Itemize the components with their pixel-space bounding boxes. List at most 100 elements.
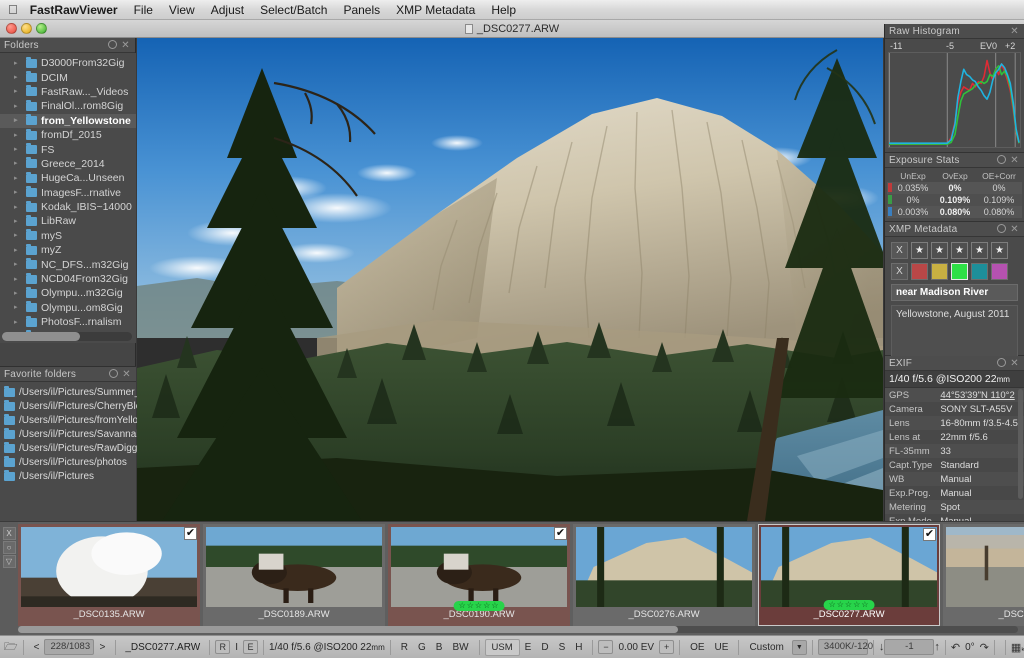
favorite-folder-item[interactable]: /Users/il/Pictures/photos — [0, 455, 136, 469]
folder-tree-item[interactable]: ▸DCIM — [0, 70, 136, 84]
under-exposure-button[interactable]: UE — [710, 641, 734, 654]
thumbnail-image[interactable] — [21, 527, 197, 607]
app-name-menu[interactable]: FastRawViewer — [30, 3, 118, 17]
thumbnail-image[interactable] — [946, 527, 1024, 607]
exposure-stats-close-icon[interactable]: ✕ — [1009, 155, 1020, 166]
folders-horizontal-scrollbar[interactable] — [2, 332, 132, 341]
disclosure-triangle-icon[interactable]: ▸ — [14, 88, 24, 95]
folder-tree-item[interactable]: ▸fromDf_2015 — [0, 128, 136, 142]
usm-button[interactable]: USM — [485, 639, 520, 656]
disclosure-triangle-icon[interactable]: ▸ — [14, 304, 24, 311]
over-exposure-button[interactable]: OE — [685, 641, 709, 654]
white-balance-value[interactable]: 3400K/-120 — [818, 639, 868, 655]
favorite-folder-item[interactable]: /Users/il/Pictures/CherryBlosso — [0, 399, 136, 413]
favorites-settings-icon[interactable] — [108, 369, 119, 380]
exif-settings-icon[interactable] — [996, 358, 1007, 369]
image-viewer[interactable] — [137, 38, 883, 521]
shadow-increase-icon[interactable]: ↑ — [934, 641, 940, 653]
folder-tree-item[interactable]: ▸Olympu...m32Gig — [0, 286, 136, 300]
filmstrip-clear-icon[interactable]: X — [3, 527, 16, 540]
channel-r-button[interactable]: R — [396, 641, 413, 654]
folders-close-icon[interactable]: ✕ — [120, 40, 131, 51]
xmp-settings-icon[interactable] — [996, 224, 1007, 235]
exif-value[interactable]: 44°53'39"N 110°2 — [936, 388, 1024, 402]
disclosure-triangle-icon[interactable]: ▸ — [14, 204, 24, 211]
folder-tree-item[interactable]: ▸FS — [0, 142, 136, 156]
rating-star-1-button[interactable]: ★ — [911, 242, 928, 259]
disclosure-triangle-icon[interactable]: ▸ — [14, 132, 24, 139]
filmstrip-track[interactable]: ✔_DSC0135.ARW_DSC0189.ARW✔☆☆☆☆☆_DSC0190.… — [18, 524, 1024, 627]
channel-g-button[interactable]: G — [413, 641, 431, 654]
color-label-swatch-3[interactable] — [951, 263, 968, 280]
folders-tree-body[interactable]: ▸D3000From32Gig▸DCIM▸FastRaw..._Videos▸F… — [0, 53, 136, 343]
disclosure-triangle-icon[interactable]: ▸ — [14, 218, 24, 225]
disclosure-triangle-icon[interactable]: ▸ — [14, 261, 24, 268]
minimize-button[interactable] — [21, 23, 32, 34]
filmstrip-scroll-thumb[interactable] — [18, 626, 678, 633]
prev-image-button[interactable]: < — [29, 641, 45, 654]
folder-tree-item[interactable]: ▸myZ — [0, 243, 136, 257]
thumbnail-image[interactable] — [206, 527, 382, 607]
menu-item-adjust[interactable]: Adjust — [211, 3, 244, 17]
selected-checkmark-icon[interactable]: ✔ — [923, 528, 936, 541]
folder-tree-item[interactable]: ▸D3000From32Gig — [0, 56, 136, 70]
disclosure-triangle-icon[interactable]: ▸ — [14, 160, 24, 167]
folders-scroll-thumb[interactable] — [2, 332, 80, 341]
chevron-down-icon[interactable]: ▼ — [792, 640, 807, 655]
rotate-right-icon[interactable]: ↷ — [980, 641, 989, 654]
favorite-folder-item[interactable]: /Users/il/Pictures/Savannah — [0, 427, 136, 441]
color-label-swatch-5[interactable] — [991, 263, 1008, 280]
folder-tree-item[interactable]: ▸LibRaw — [0, 214, 136, 228]
grid-icon[interactable]: ▦ — [1011, 641, 1021, 654]
folder-icon[interactable]: 🗁 — [4, 638, 18, 657]
flag-edit-button[interactable]: E — [243, 640, 258, 654]
rating-star-5-button[interactable]: ★ — [991, 242, 1008, 259]
menu-item-panels[interactable]: Panels — [343, 3, 380, 17]
sharpen-d-button[interactable]: D — [536, 641, 553, 654]
folder-tree-item[interactable]: ▸HugeCa...Unseen — [0, 171, 136, 185]
favorite-folder-item[interactable]: /Users/il/Pictures/fromYellowst — [0, 413, 136, 427]
menu-item-select-batch[interactable]: Select/Batch — [260, 3, 327, 17]
disclosure-triangle-icon[interactable]: ▸ — [14, 189, 24, 196]
folder-tree-item[interactable]: ▸Kodak_IBIS~14000 — [0, 200, 136, 214]
close-button[interactable] — [6, 23, 17, 34]
exif-close-icon[interactable]: ✕ — [1009, 358, 1020, 369]
filmstrip-thumbnail[interactable]: ✔☆☆☆☆☆_DSC0190.ARW — [388, 524, 570, 626]
favorite-folder-item[interactable]: /Users/il/Pictures/RawDigger_r — [0, 441, 136, 455]
clear-rating-button[interactable]: X — [891, 242, 908, 259]
channel-b-button[interactable]: B — [431, 641, 448, 654]
filmstrip-thumbnail[interactable]: _DSC0189.ARW — [203, 524, 385, 626]
disclosure-triangle-icon[interactable]: ▸ — [14, 276, 24, 283]
favorite-folder-item[interactable]: /Users/il/Pictures — [0, 469, 136, 483]
disclosure-triangle-icon[interactable]: ▸ — [14, 60, 24, 67]
filmstrip-thumbnail[interactable]: _DSC0335.ARW — [943, 524, 1024, 626]
clear-color-label-button[interactable]: X — [891, 263, 908, 280]
filmstrip-thumbnail[interactable]: ✔_DSC0135.ARW — [18, 524, 200, 626]
thumbnail-image[interactable] — [761, 527, 937, 607]
profile-selector[interactable]: Custom ▼ — [744, 640, 806, 655]
thumbnail-image[interactable] — [391, 527, 567, 607]
folder-tree-item[interactable]: ▸NC_DFS...m32Gig — [0, 257, 136, 271]
filmstrip-thumbnail[interactable]: _DSC0276.ARW — [573, 524, 755, 626]
color-label-swatch-4[interactable] — [971, 263, 988, 280]
folder-tree-item[interactable]: ▸myS — [0, 229, 136, 243]
folder-tree-item[interactable]: ▸ImagesF...rnative — [0, 186, 136, 200]
flag-reject-button[interactable]: R — [215, 640, 230, 654]
sharpen-h-button[interactable]: H — [570, 641, 587, 654]
rating-star-4-button[interactable]: ★ — [971, 242, 988, 259]
folder-tree-item[interactable]: ▸FinalOl...rom8Gig — [0, 99, 136, 113]
disclosure-triangle-icon[interactable]: ▸ — [14, 74, 24, 81]
exposure-stats-settings-icon[interactable] — [996, 155, 1007, 166]
folder-tree-item[interactable]: ▸Greece_2014 — [0, 157, 136, 171]
channel-bw-button[interactable]: BW — [447, 641, 473, 654]
menu-item-help[interactable]: Help — [491, 3, 516, 17]
apple-menu-icon[interactable]:  — [8, 3, 18, 16]
ev-decrease-button[interactable]: − — [598, 640, 613, 654]
color-label-swatch-2[interactable] — [931, 263, 948, 280]
folders-settings-icon[interactable] — [107, 40, 118, 51]
exif-scrollbar[interactable] — [1018, 389, 1023, 499]
shadow-value[interactable]: -1 — [884, 639, 934, 655]
folder-tree-item[interactable]: ▸from_Yellowstone — [0, 114, 136, 128]
menu-item-view[interactable]: View — [169, 3, 195, 17]
selected-checkmark-icon[interactable]: ✔ — [184, 527, 197, 540]
